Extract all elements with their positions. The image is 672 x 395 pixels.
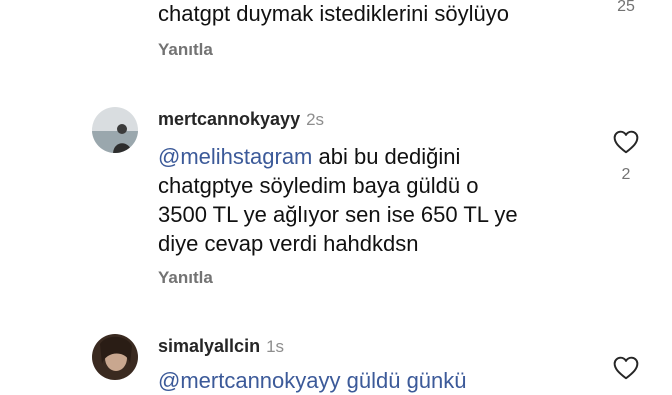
avatar[interactable] [92,107,138,153]
heart-icon [613,356,639,380]
like-button[interactable] [613,130,639,159]
profile-photo [92,334,138,380]
timestamp: 1s [266,337,285,356]
mention-link[interactable]: @melihstagram [158,144,312,169]
comment-header: simalyallcin 1s [158,336,284,357]
username[interactable]: simalyallcin [158,336,260,356]
comment-text: chatgpt duymak istediklerini söylüyo [158,1,509,26]
like-button[interactable] [613,356,639,385]
comment-text-line: @mertcannokyayy güldü günkü [158,366,467,395]
profile-photo [92,107,138,153]
like-count: 2 [621,166,631,183]
avatar[interactable] [92,334,138,380]
comment-text-line: chatgptye söyledim baya güldü o [158,173,479,198]
mention-link[interactable]: @mertcannokyayy güldü günkü [158,368,467,393]
reply-button[interactable]: Yanıtla [158,40,213,60]
username[interactable]: mertcannokyayy [158,109,300,129]
comment-text-line: 3500 TL ye ağlıyor sen ise 650 TL ye [158,202,518,227]
reply-button[interactable]: Yanıtla [158,268,213,288]
comment-text-line: @melihstagram abi bu dediğini [158,144,461,169]
comment-text-line: diye cevap verdi hahdkdsn [158,231,419,256]
timestamp: 2s [306,110,325,129]
like-count: 25 [617,0,635,15]
comment-header: mertcannokyayy 2s [158,109,324,130]
heart-icon [613,130,639,154]
